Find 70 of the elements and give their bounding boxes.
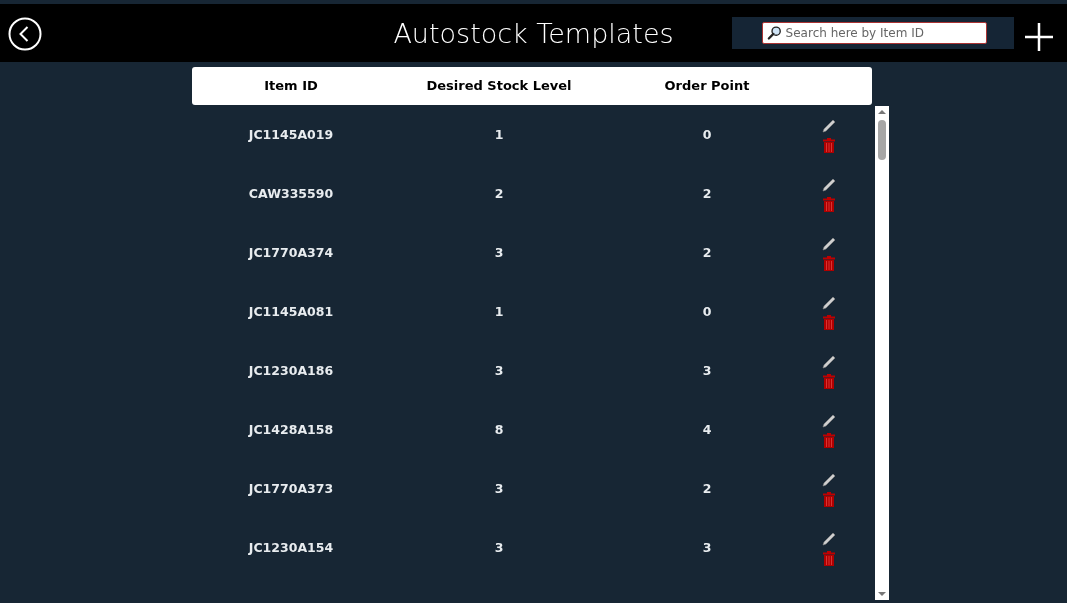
edit-button[interactable] [821, 354, 837, 370]
pencil-icon [821, 413, 837, 429]
table-cell: 3 [494, 481, 504, 497]
back-icon [8, 17, 42, 51]
edit-button[interactable] [821, 177, 837, 193]
table-cell: 3 [702, 540, 712, 556]
table-cell: 0 [702, 127, 712, 143]
edit-button[interactable] [821, 413, 837, 429]
trash-icon [823, 374, 835, 389]
delete-button[interactable] [823, 551, 835, 566]
edit-button[interactable] [821, 295, 837, 311]
table-cell: 3 [702, 363, 712, 379]
trash-icon [823, 138, 835, 153]
search-field[interactable]: Search here by Item ID [762, 22, 987, 44]
table-cell: 3 [494, 363, 504, 379]
delete-button[interactable] [823, 197, 835, 212]
delete-button[interactable] [823, 374, 835, 389]
table-cell: 8 [494, 422, 504, 438]
trash-icon [823, 433, 835, 448]
table-cell: 2 [702, 186, 712, 202]
table-cell: 3 [494, 245, 504, 261]
edit-button[interactable] [821, 236, 837, 252]
column-header: Order Point [664, 78, 750, 94]
table-cell: 3 [494, 540, 504, 556]
table-cell: 4 [702, 422, 712, 438]
delete-button[interactable] [823, 315, 835, 330]
column-header: Desired Stock Level [426, 78, 572, 94]
table-cell: JC1230A154 [248, 540, 334, 556]
delete-button[interactable] [823, 492, 835, 507]
table-cell: 1 [494, 304, 504, 320]
add-button[interactable] [1022, 20, 1056, 54]
scrollbar[interactable] [875, 106, 889, 600]
edit-button[interactable] [821, 118, 837, 134]
pencil-icon [821, 354, 837, 370]
scrollbar-thumb[interactable] [878, 120, 886, 160]
pencil-icon [821, 531, 837, 547]
pencil-icon [821, 236, 837, 252]
delete-button[interactable] [823, 138, 835, 153]
trash-icon [823, 197, 835, 212]
trash-icon [823, 256, 835, 271]
table-cell: CAW335590 [248, 186, 334, 202]
delete-button[interactable] [823, 433, 835, 448]
trash-icon [823, 315, 835, 330]
table-cell: JC1770A373 [248, 481, 334, 497]
table-cell: 2 [494, 186, 504, 202]
trash-icon [823, 492, 835, 507]
table-cell: 0 [702, 304, 712, 320]
edit-button[interactable] [821, 472, 837, 488]
table-cell: JC1770A374 [248, 245, 334, 261]
page-title: Autostock Templates [393, 19, 674, 47]
table-cell: 2 [702, 245, 712, 261]
table-cell: JC1145A019 [248, 127, 334, 143]
table-cell: 2 [702, 481, 712, 497]
delete-button[interactable] [823, 256, 835, 271]
search-icon [767, 25, 782, 41]
pencil-icon [821, 177, 837, 193]
pencil-icon [821, 472, 837, 488]
trash-icon [823, 551, 835, 566]
pencil-icon [821, 118, 837, 134]
pencil-icon [821, 295, 837, 311]
table-cell: JC1230A186 [248, 363, 334, 379]
table-cell: JC1145A081 [248, 304, 334, 320]
table-cell: JC1428A158 [248, 422, 334, 438]
scroll-down-icon[interactable] [878, 591, 886, 597]
edit-button[interactable] [821, 531, 837, 547]
scroll-up-icon[interactable] [878, 109, 886, 115]
add-icon [1022, 20, 1056, 54]
table-cell: 1 [494, 127, 504, 143]
column-header: Item ID [264, 78, 318, 94]
back-button[interactable] [8, 17, 42, 51]
